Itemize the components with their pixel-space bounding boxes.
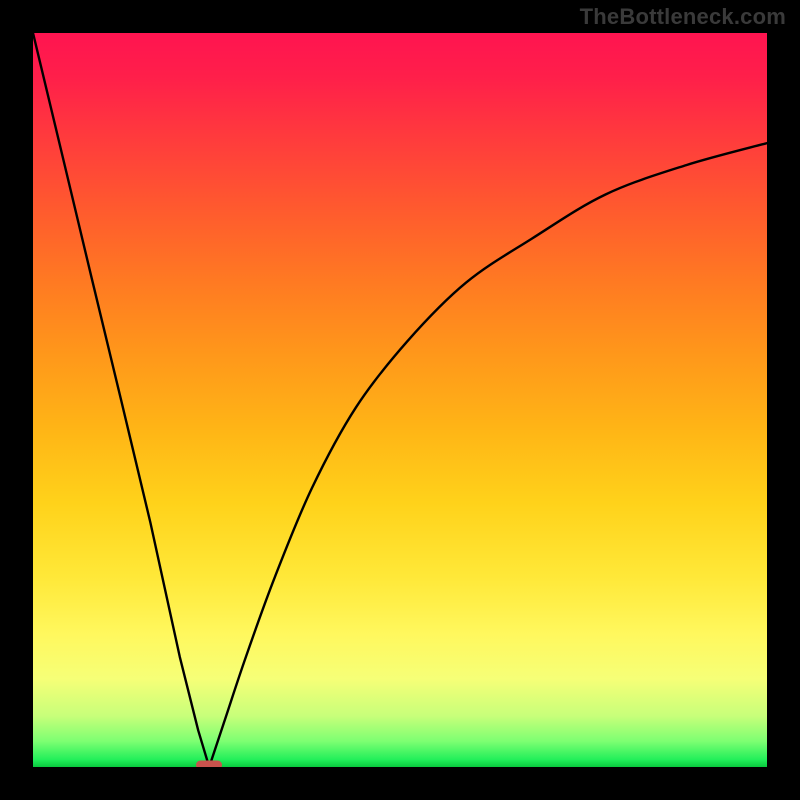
bottleneck-curve bbox=[33, 33, 767, 767]
watermark-text: TheBottleneck.com bbox=[580, 4, 786, 30]
curve-left-branch bbox=[33, 33, 209, 767]
curve-right-branch bbox=[209, 143, 767, 767]
minimum-marker bbox=[196, 761, 222, 768]
chart-frame: TheBottleneck.com bbox=[0, 0, 800, 800]
plot-area bbox=[33, 33, 767, 767]
